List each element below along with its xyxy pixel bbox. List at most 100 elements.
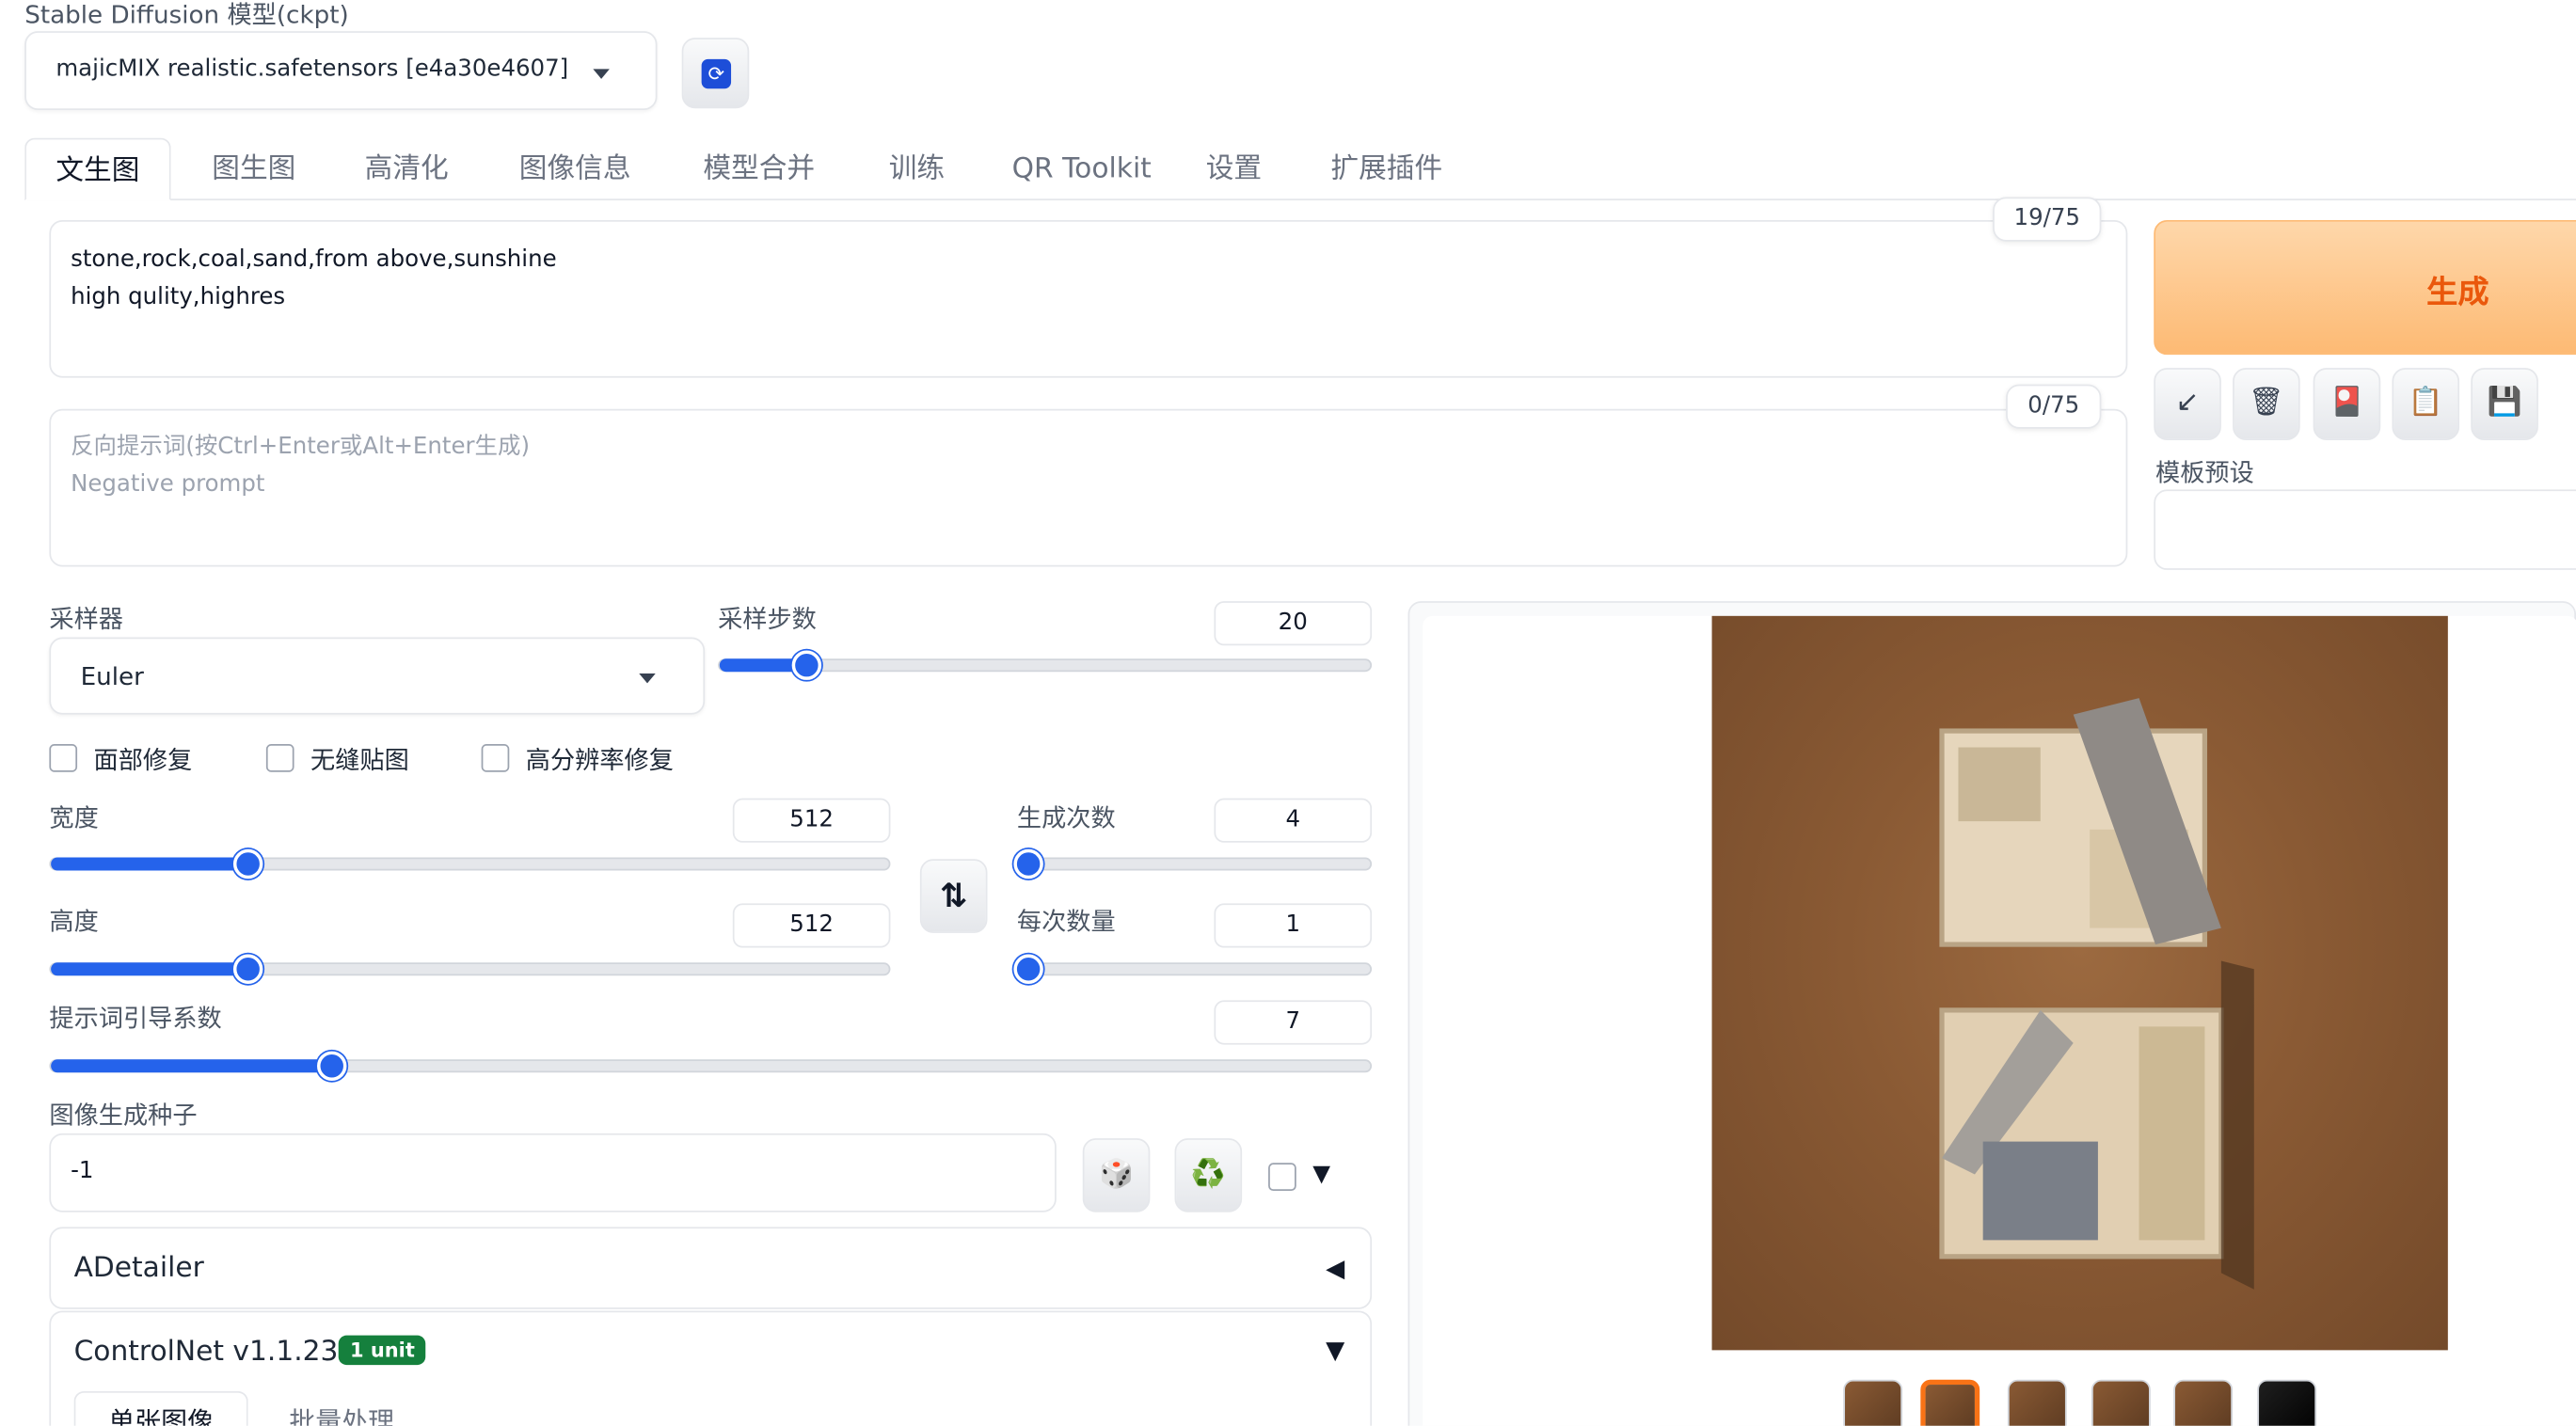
cfg-scale-slider-knob[interactable]	[317, 1051, 347, 1081]
cfg-scale-slider-fill	[51, 1059, 332, 1073]
batch-size-slider-knob[interactable]	[1013, 954, 1043, 984]
gallery-thumbnail-1[interactable]	[1843, 1379, 1903, 1426]
chevron-down-icon	[593, 69, 610, 79]
refresh-icon: ⟳	[701, 58, 732, 89]
gallery-thumbnail-3[interactable]	[2007, 1379, 2067, 1426]
tab-checkpoint-merger[interactable]: 模型合并	[703, 138, 815, 200]
prompt-text: stone,rock,coal,sand,from above,sunshine…	[71, 246, 557, 311]
swap-dimensions-button[interactable]: ⇅	[919, 859, 988, 933]
batch-count-slider-knob[interactable]	[1013, 848, 1043, 879]
gallery-thumbnail-4[interactable]	[2091, 1379, 2151, 1426]
stone-characters-picture	[1939, 698, 2254, 1290]
adetailer-title: ADetailer	[73, 1251, 204, 1285]
clear-prompt-button[interactable]: 🗑	[2233, 368, 2300, 440]
tab-extensions[interactable]: 扩展插件	[1330, 138, 1442, 200]
sampler-dropdown[interactable]: Euler	[49, 637, 706, 715]
read-params-button[interactable]: ↙	[2154, 368, 2221, 440]
hires-fix-label: 高分辨率修复	[525, 745, 674, 776]
height-label: 高度	[49, 906, 99, 937]
sampler-value: Euler	[80, 661, 144, 692]
webui-root: Stable Diffusion 模型(ckpt) majicMIX reali…	[0, 0, 2576, 1426]
model-dropdown[interactable]: majicMIX realistic.safetensors [e4a30e46…	[24, 31, 658, 110]
controlnet-title: ControlNet v1.1.234	[73, 1335, 357, 1369]
tab-png-info[interactable]: 图像信息	[519, 138, 631, 200]
random-seed-button[interactable]: 🎲	[1082, 1138, 1151, 1212]
generate-button[interactable]: 生成	[2154, 219, 2576, 356]
generate-label: 生成	[2426, 274, 2489, 311]
controlnet-tab-batch[interactable]: 批量处理	[289, 1400, 394, 1426]
steps-number-input[interactable]: 20	[1214, 601, 1373, 646]
trash-icon: 🗑	[2249, 386, 2284, 420]
tab-qr-toolkit[interactable]: QR Toolkit	[1012, 138, 1152, 200]
restore-faces-checkbox[interactable]	[49, 744, 78, 772]
height-slider-fill	[51, 962, 248, 976]
red-card-icon: 🎴	[2329, 386, 2364, 420]
batch-count-slider[interactable]	[1013, 848, 1373, 879]
prompt-textarea[interactable]: stone,rock,coal,sand,from above,sunshine…	[49, 219, 2128, 378]
batch-size-slider[interactable]	[1013, 954, 1373, 984]
height-slider-knob[interactable]	[232, 954, 263, 984]
batch-count-number-input[interactable]: 4	[1214, 798, 1373, 843]
tab-train[interactable]: 训练	[889, 138, 945, 200]
cfg-scale-slider[interactable]	[49, 1051, 1373, 1081]
negative-token-counter: 0/75	[2006, 384, 2102, 429]
steps-slider[interactable]	[718, 650, 1373, 680]
restore-faces-label: 面部修复	[93, 745, 193, 776]
width-number-input[interactable]: 512	[732, 798, 891, 843]
negative-prompt-textarea[interactable]: 反向提示词(按Ctrl+Enter或Alt+Enter生成) Negative …	[49, 408, 2128, 567]
tiling-label: 无缝贴图	[310, 745, 409, 776]
styles-label: 模板预设	[2155, 458, 2254, 488]
controlnet-unit-badge: 1 unit	[338, 1335, 427, 1366]
controlnet-tab-single-image[interactable]: 单张图像	[73, 1391, 248, 1426]
height-slider[interactable]	[49, 954, 891, 984]
seed-input[interactable]: -1	[49, 1133, 1057, 1212]
model-label: Stable Diffusion 模型(ckpt)	[24, 0, 349, 30]
prompt-token-counter: 19/75	[1993, 197, 2102, 242]
width-label: 宽度	[49, 802, 99, 833]
seed-label: 图像生成种子	[49, 1100, 198, 1131]
recycle-icon: ♻️	[1190, 1158, 1226, 1191]
batch-size-number-input[interactable]: 1	[1214, 903, 1373, 948]
cfg-scale-number-input[interactable]: 7	[1214, 1000, 1373, 1045]
hires-fix-checkbox[interactable]	[481, 744, 510, 772]
tiling-checkbox[interactable]	[265, 744, 294, 772]
arrow-bottom-left-icon: ↙	[2175, 386, 2200, 420]
extra-seed-arrow-icon[interactable]: ▼	[1312, 1162, 1330, 1188]
tab-extras[interactable]: 高清化	[365, 138, 449, 200]
tab-settings[interactable]: 设置	[1206, 138, 1262, 200]
sampler-label: 采样器	[49, 604, 123, 635]
negative-prompt-placeholder: 反向提示词(按Ctrl+Enter或Alt+Enter生成) Negative …	[71, 433, 530, 499]
width-slider[interactable]	[49, 848, 891, 879]
gallery-thumbnail-6[interactable]	[2257, 1379, 2317, 1426]
height-number-input[interactable]: 512	[732, 903, 891, 948]
model-value: majicMIX realistic.safetensors [e4a30e46…	[56, 55, 569, 83]
extra-seed-checkbox[interactable]	[1268, 1163, 1296, 1191]
swap-vertical-icon: ⇅	[940, 875, 968, 915]
adetailer-accordion[interactable]: ADetailer ◀	[49, 1227, 1373, 1309]
chevron-down-icon	[639, 673, 656, 684]
styles-dropdown[interactable]	[2154, 489, 2576, 570]
save-style-button[interactable]: 💾	[2471, 368, 2538, 440]
width-slider-knob[interactable]	[232, 848, 263, 879]
dice-icon: 🎲	[1099, 1158, 1135, 1191]
generated-image[interactable]	[1711, 615, 2448, 1351]
floppy-disk-icon: 💾	[2487, 386, 2522, 420]
batch-count-label: 生成次数	[1016, 802, 1116, 833]
batch-size-label: 每次数量	[1016, 906, 1116, 937]
collapse-arrow-icon: ◀	[1326, 1253, 1345, 1283]
expand-arrow-icon: ▼	[1326, 1335, 1345, 1366]
gallery-thumbnail-2-selected[interactable]	[1920, 1379, 1980, 1426]
tab-img2img[interactable]: 图生图	[212, 138, 295, 200]
tab-txt2img[interactable]: 文生图	[24, 137, 171, 201]
clipboard-icon: 📋	[2408, 386, 2443, 420]
steps-slider-knob[interactable]	[791, 650, 822, 680]
reuse-seed-button[interactable]: ♻️	[1174, 1138, 1243, 1212]
apply-style-button[interactable]: 📋	[2392, 368, 2460, 440]
refresh-model-button[interactable]: ⟳	[681, 38, 750, 109]
extra-networks-button[interactable]: 🎴	[2313, 368, 2381, 440]
gallery-thumbnail-5[interactable]	[2173, 1379, 2234, 1426]
steps-label: 采样步数	[718, 604, 817, 635]
controlnet-accordion[interactable]: ControlNet v1.1.234 1 unit ▼ 单张图像 批量处理	[49, 1310, 1373, 1426]
seed-value: -1	[71, 1158, 94, 1185]
width-slider-fill	[51, 857, 248, 871]
